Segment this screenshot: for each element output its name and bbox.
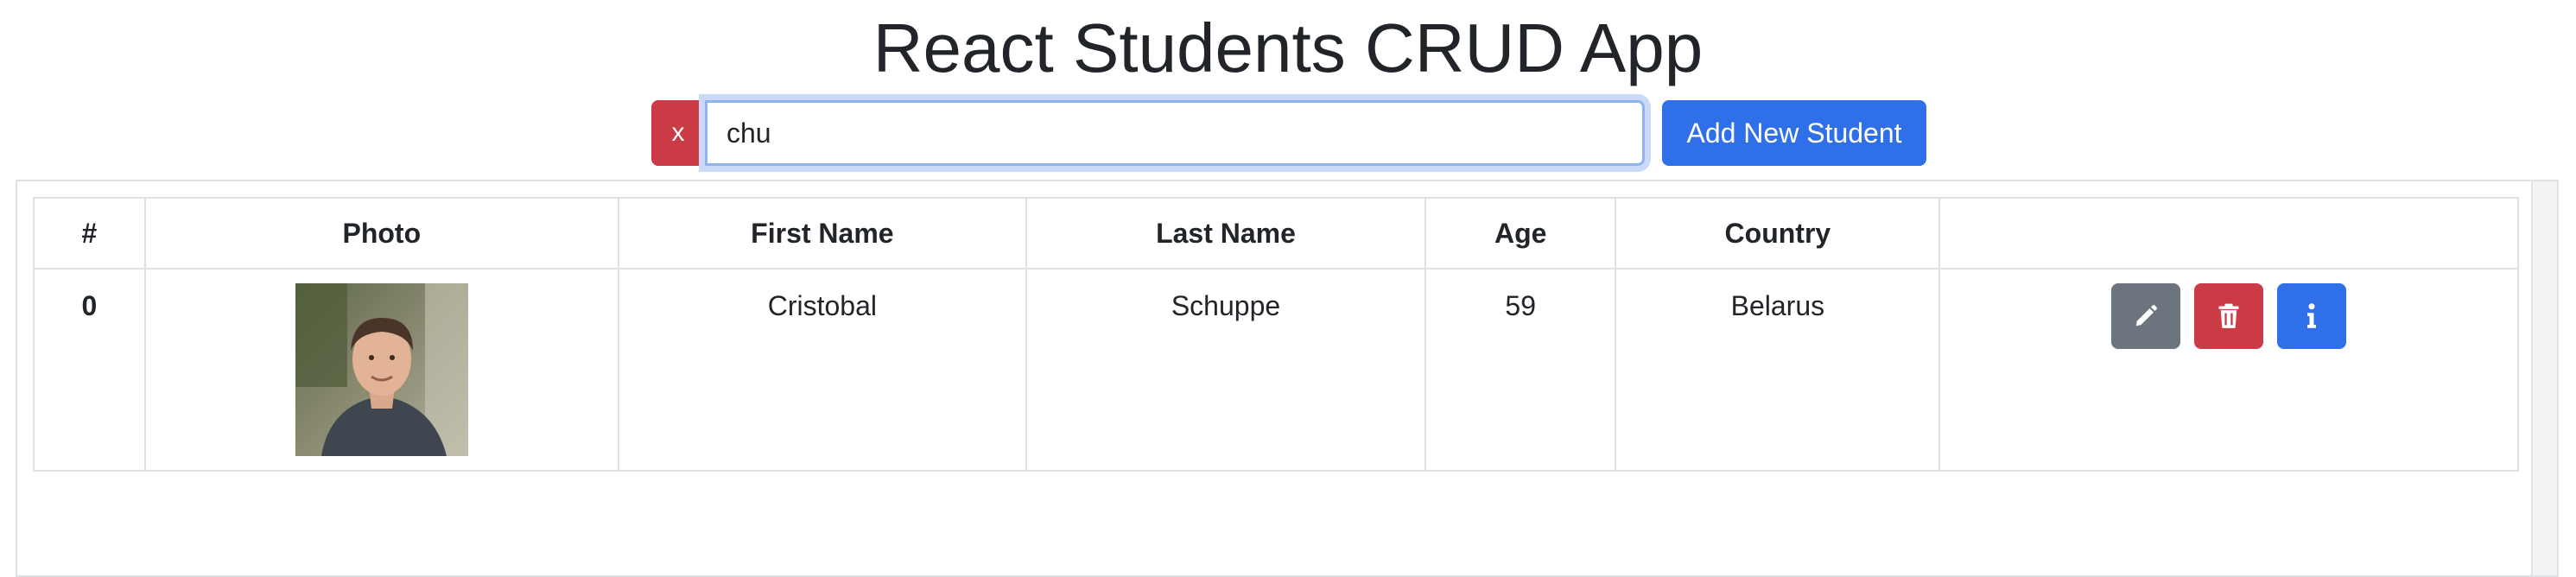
column-header-actions bbox=[1938, 197, 2519, 269]
students-table: # Photo First Name Last Name Age Country… bbox=[33, 197, 2519, 472]
column-header-country: Country bbox=[1615, 197, 1941, 269]
cell-age: 59 bbox=[1424, 268, 1617, 472]
cell-index: 0 bbox=[33, 268, 146, 472]
table-header-row: # Photo First Name Last Name Age Country bbox=[33, 197, 2519, 269]
trash-icon bbox=[2218, 303, 2239, 328]
column-header-photo: Photo bbox=[143, 197, 619, 269]
column-header-age: Age bbox=[1424, 197, 1617, 269]
pencil-icon bbox=[2135, 305, 2158, 327]
clear-search-button[interactable]: x bbox=[651, 100, 705, 166]
search-input[interactable] bbox=[705, 100, 1645, 166]
student-photo bbox=[295, 283, 468, 456]
table-row: 0 Cristobal Schuppe 59 Belarus bbox=[33, 268, 2519, 472]
add-student-button[interactable]: Add New Student bbox=[1662, 100, 1926, 166]
column-header-first-name: First Name bbox=[617, 197, 1027, 269]
cell-first-name: Cristobal bbox=[617, 268, 1027, 472]
cell-actions bbox=[1938, 268, 2519, 472]
column-header-last-name: Last Name bbox=[1025, 197, 1427, 269]
search-bar: x Add New Student bbox=[651, 100, 1926, 166]
edit-button[interactable] bbox=[2111, 283, 2181, 349]
cell-country: Belarus bbox=[1615, 268, 1941, 472]
row-actions bbox=[1941, 283, 2516, 349]
info-icon bbox=[2307, 303, 2317, 328]
delete-button[interactable] bbox=[2194, 283, 2264, 349]
cell-photo bbox=[143, 268, 619, 472]
students-panel: # Photo First Name Last Name Age Country… bbox=[16, 180, 2559, 577]
vertical-scrollbar[interactable] bbox=[2531, 181, 2557, 575]
info-button[interactable] bbox=[2277, 283, 2347, 349]
page-title: React Students CRUD App bbox=[872, 10, 1704, 86]
cell-last-name: Schuppe bbox=[1025, 268, 1427, 472]
column-header-index: # bbox=[33, 197, 146, 269]
